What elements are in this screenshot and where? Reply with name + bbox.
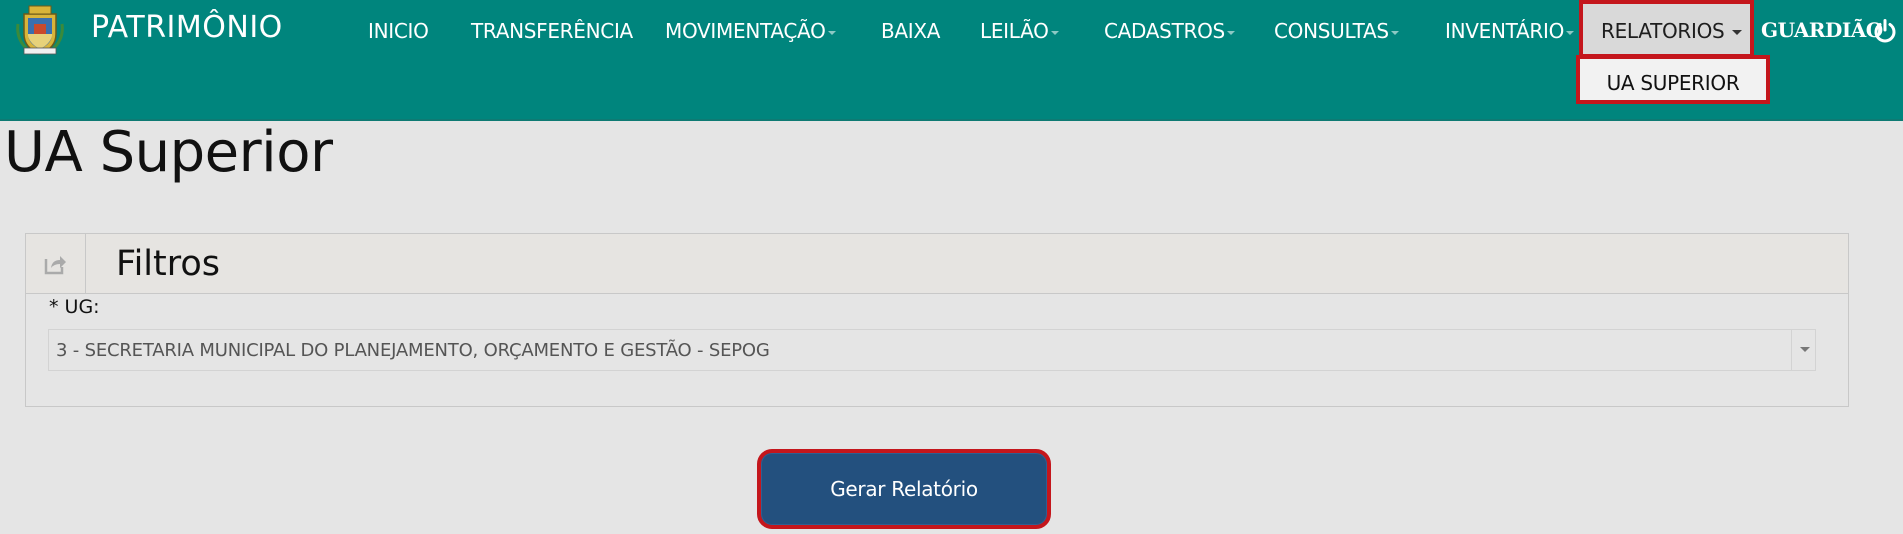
relatorios-dropdown-menu: UA SUPERIOR [1576,55,1770,104]
nav-item-transferencia[interactable]: TRANSFERÊNCIA [471,19,633,43]
generate-report-label: Gerar Relatório [830,477,978,501]
nav-item-cadastros[interactable]: CADASTROS [1104,19,1235,43]
nav-item-baixa[interactable]: BAIXA [881,19,940,43]
caret-down-icon [1390,30,1399,35]
page-title: UA Superior [4,120,333,185]
caret-down-icon [1566,30,1575,35]
ug-select[interactable]: 3 - SECRETARIA MUNICIPAL DO PLANEJAMENTO… [48,329,1816,371]
nav-item-inventario[interactable]: INVENTÁRIO [1445,19,1575,43]
user-name: GUARDIÃO [1761,18,1883,42]
nav-item-movimentacao[interactable]: MOVIMENTAÇÃO [665,19,836,43]
caret-down-icon [1050,30,1059,35]
ug-label: * UG: [49,296,100,318]
nav-item-consultas[interactable]: CONSULTAS [1274,19,1399,43]
chevron-down-icon [1800,347,1810,352]
filters-panel: Filtros * UG: 3 - SECRETARIA MUNICIPAL D… [25,233,1849,407]
power-icon[interactable] [1873,19,1897,43]
caret-down-icon [827,30,836,35]
caret-down-icon [1732,30,1743,35]
nav-item-inicio[interactable]: INICIO [368,19,429,43]
share-icon [44,256,66,275]
caret-down-icon [1226,30,1235,35]
coat-of-arms-logo[interactable] [14,4,66,56]
menu-item-ua-superior[interactable]: UA SUPERIOR [1580,59,1766,100]
ug-select-value: 3 - SECRETARIA MUNICIPAL DO PLANEJAMENTO… [56,340,770,361]
nav-item-relatorios[interactable]: RELATORIOS [1579,0,1754,58]
app-brand[interactable]: PATRIMÔNIO [91,10,283,45]
generate-report-button[interactable]: Gerar Relatório [757,449,1051,529]
filters-title: Filtros [116,244,221,284]
nav-item-leilao[interactable]: LEILÃO [980,19,1059,43]
filters-panel-header: Filtros [26,234,1848,294]
